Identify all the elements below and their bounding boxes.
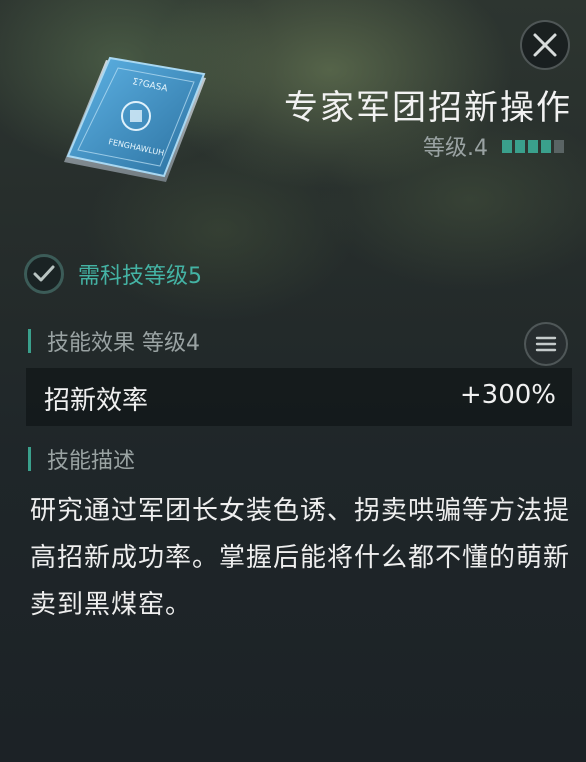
effect-section-header: 技能效果 等级4 bbox=[28, 326, 200, 356]
close-button[interactable] bbox=[520, 20, 570, 70]
skill-detail-panel: Σ?GASA FENGHAWLUH 专家军团招新操作 等级.4 需科技等级5 技… bbox=[0, 0, 586, 762]
description-section-title: 技能描述 bbox=[47, 449, 136, 474]
requirement-check bbox=[24, 254, 64, 294]
description-section-header: 技能描述 bbox=[28, 444, 135, 474]
level-pip-empty bbox=[554, 139, 564, 153]
effect-name: 招新效率 bbox=[44, 386, 149, 416]
menu-icon bbox=[535, 336, 557, 352]
skill-description: 研究通过军团长女装色诱、拐卖哄骗等方法提高招新成功率。掌握后能将什么都不懂的萌新… bbox=[30, 496, 571, 620]
level-pip-filled bbox=[515, 139, 525, 153]
requirement-row: 需科技等级5 bbox=[24, 253, 202, 295]
skill-level-label: 等级.4 bbox=[423, 136, 488, 161]
requirement-text: 需科技等级5 bbox=[78, 264, 202, 289]
level-pip-filled bbox=[528, 139, 538, 153]
effect-value: +300% bbox=[459, 380, 556, 410]
level-pips bbox=[502, 139, 564, 153]
skill-level: 等级.4 bbox=[423, 130, 564, 162]
level-pip-filled bbox=[502, 139, 512, 153]
menu-button[interactable] bbox=[524, 322, 568, 366]
checkmark-icon bbox=[33, 265, 55, 282]
level-pip-filled bbox=[541, 139, 551, 153]
section-accent-bar bbox=[28, 447, 31, 471]
effect-row: 招新效率 +300% bbox=[26, 368, 572, 426]
effect-section-title: 技能效果 等级4 bbox=[47, 331, 200, 356]
section-accent-bar bbox=[28, 329, 31, 353]
skill-title: 专家军团招新操作 bbox=[284, 88, 572, 128]
close-icon bbox=[533, 33, 557, 57]
skill-card-icon: Σ?GASA FENGHAWLUH bbox=[58, 54, 210, 184]
